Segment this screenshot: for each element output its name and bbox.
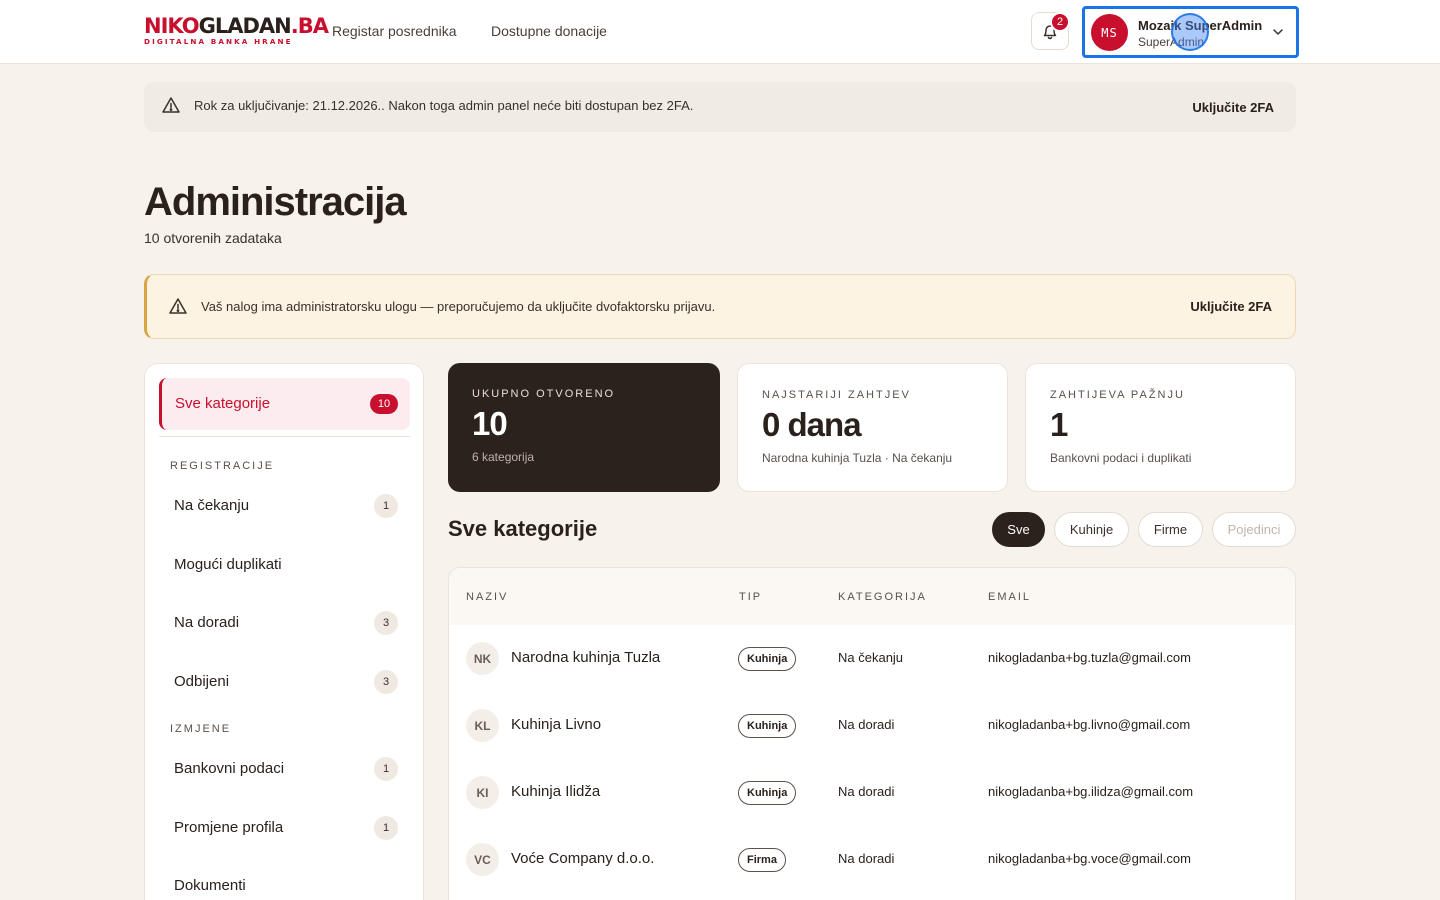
- sidebar-item-label: Promjene profila: [174, 819, 284, 836]
- table-row[interactable]: NK Narodna kuhinja Tuzla Kuhinja Na čeka…: [449, 625, 1295, 692]
- stat-label: UKUPNO OTVORENO: [472, 388, 616, 400]
- stat-card-oldest-request: NAJSTARIJI ZAHTJEV 0 dana Narodna kuhinj…: [737, 363, 1008, 492]
- warning-icon: [162, 97, 180, 113]
- sidebar-item-na-cekanju[interactable]: Na čekanju 1: [174, 494, 398, 518]
- sidebar-item-promjene-profila[interactable]: Promjene profila 1: [174, 816, 398, 840]
- stat-label: ZAHTIJEVA PAŽNJU: [1050, 389, 1185, 401]
- stat-card-total-open: UKUPNO OTVORENO 10 6 kategorija: [448, 363, 720, 492]
- sidebar-item-label: Dokumenti: [174, 877, 246, 894]
- row-category: Na čekanju: [838, 650, 904, 665]
- sidebar-item-label: Odbijeni: [174, 673, 230, 690]
- requests-table: NAZIV TIP KATEGORIJA EMAIL NK Narodna ku…: [448, 567, 1296, 900]
- warning-icon: [169, 298, 187, 314]
- column-header-tip[interactable]: TIP: [739, 591, 762, 603]
- top-bar: NIKOGLADAN.BA DIGITALNA BANKA HRANE Regi…: [0, 0, 1440, 64]
- row-email: nikogladanba+bg.ilidza@gmail.com: [988, 784, 1194, 799]
- page-title: Administracija: [144, 180, 407, 224]
- row-name: Voće Company d.o.o.: [511, 850, 655, 867]
- sidebar-item-count: 1: [374, 494, 398, 518]
- table-row[interactable]: KL Kuhinja Livno Kuhinja Na doradi nikog…: [449, 692, 1295, 759]
- deadline-banner: Rok za uključivanje: 21.12.2026.. Nakon …: [144, 82, 1296, 132]
- sidebar-item-count: 1: [374, 757, 398, 781]
- admin-2fa-warning-text: Vaš nalog ima administratorsku ulogu — p…: [201, 299, 716, 314]
- column-header-naziv[interactable]: NAZIV: [466, 591, 508, 603]
- logo[interactable]: NIKOGLADAN.BA DIGITALNA BANKA HRANE: [144, 14, 329, 47]
- row-initials-avatar: NK: [466, 642, 499, 675]
- stat-subtext: Bankovni podaci i duplikati: [1050, 451, 1192, 465]
- sidebar-item-label: Mogući duplikati: [174, 556, 282, 573]
- column-header-email[interactable]: EMAIL: [988, 591, 1031, 603]
- nav-link-registar[interactable]: Registar posrednika: [332, 23, 457, 39]
- avatar: MS: [1091, 14, 1128, 51]
- stat-subtext: 6 kategorija: [472, 450, 535, 464]
- row-email: nikogladanba+bg.livno@gmail.com: [988, 717, 1191, 732]
- stat-label: NAJSTARIJI ZAHTJEV: [762, 389, 911, 401]
- column-header-kategorija[interactable]: KATEGORIJA: [838, 591, 927, 603]
- list-title: Sve kategorije: [448, 516, 598, 541]
- sidebar-item-label: Na čekanju: [174, 497, 250, 514]
- table-row[interactable]: VC Voće Company d.o.o. Firma Na doradi n…: [449, 826, 1295, 893]
- row-initials-avatar: VC: [466, 843, 499, 876]
- sidebar-item-count: 10: [370, 394, 398, 414]
- category-sidebar: Sve kategorije 10 REGISTRACIJE Na čekanj…: [144, 363, 424, 900]
- filter-chip-sve[interactable]: Sve: [992, 512, 1045, 547]
- page-subtitle: 10 otvorenih zadataka: [144, 230, 282, 246]
- sidebar-item-label: Na doradi: [174, 614, 240, 631]
- stat-card-needs-attention: ZAHTIJEVA PAŽNJU 1 Bankovni podaci i dup…: [1025, 363, 1296, 492]
- enable-2fa-button[interactable]: Uključite 2FA: [1192, 100, 1274, 115]
- stat-value: 1: [1050, 406, 1068, 443]
- logo-part-red: NIKO: [144, 14, 200, 38]
- filter-chip-firme[interactable]: Firme: [1138, 512, 1203, 547]
- table-header: NAZIV TIP KATEGORIJA EMAIL: [449, 568, 1295, 625]
- logo-tagline: DIGITALNA BANKA HRANE: [144, 37, 293, 46]
- logo-part-dark: GLADAN: [198, 14, 292, 38]
- divider: [159, 436, 410, 437]
- sidebar-section-title: IZMJENE: [170, 723, 232, 735]
- row-name: Kuhinja Ilidža: [511, 783, 601, 800]
- sidebar-item-odbijeni[interactable]: Odbijeni 3: [174, 670, 398, 694]
- row-category: Na doradi: [838, 784, 895, 799]
- sidebar-item-na-doradi[interactable]: Na doradi 3: [174, 611, 398, 635]
- logo-wordmark: NIKOGLADAN.BA: [144, 14, 329, 38]
- row-type-badge: Firma: [738, 848, 786, 872]
- row-type-badge: Kuhinja: [738, 781, 797, 805]
- row-category: Na doradi: [838, 717, 895, 732]
- sidebar-item-label: Bankovni podaci: [174, 760, 285, 777]
- row-email: nikogladanba+bg.tuzla@gmail.com: [988, 650, 1191, 665]
- row-type-badge: Kuhinja: [738, 714, 797, 738]
- stat-value: 0 dana: [762, 406, 862, 443]
- deadline-banner-text: Rok za uključivanje: 21.12.2026.. Nakon …: [194, 98, 694, 113]
- sidebar-item-all[interactable]: Sve kategorije 10: [159, 378, 410, 430]
- sidebar-item-count: 3: [374, 670, 398, 694]
- filter-chip-pojedinci[interactable]: Pojedinci: [1212, 512, 1296, 547]
- pointer-indicator: [1171, 13, 1209, 51]
- chevron-down-icon: [1273, 29, 1283, 35]
- row-initials-avatar: KI: [466, 776, 499, 809]
- sidebar-item-count: 3: [374, 611, 398, 635]
- sidebar-section-title: REGISTRACIJE: [170, 460, 275, 472]
- nav-link-donacije[interactable]: Dostupne donacije: [491, 23, 607, 39]
- filter-chip-kuhinje[interactable]: Kuhinje: [1054, 512, 1129, 547]
- notifications-badge: 2: [1050, 12, 1070, 32]
- sidebar-item-label: Sve kategorije: [175, 395, 271, 412]
- table-row[interactable]: KI Kuhinja Ilidža Kuhinja Na doradi niko…: [449, 759, 1295, 826]
- stat-value: 10: [472, 405, 508, 442]
- row-initials-avatar: KL: [466, 709, 499, 742]
- enable-2fa-link[interactable]: Uključite 2FA: [1190, 299, 1272, 314]
- sidebar-item-bankovni-podaci[interactable]: Bankovni podaci 1: [174, 757, 398, 781]
- row-type-badge: Kuhinja: [738, 647, 797, 671]
- row-name: Kuhinja Livno: [511, 716, 602, 733]
- sidebar-item-dokumenti[interactable]: Dokumenti: [174, 874, 398, 898]
- row-name: Narodna kuhinja Tuzla: [511, 649, 661, 666]
- row-category: Na doradi: [838, 851, 895, 866]
- stat-subtext: Narodna kuhinja Tuzla · Na čekanju: [762, 451, 953, 465]
- sidebar-item-moguci-duplikati[interactable]: Mogući duplikati: [174, 553, 398, 577]
- row-email: nikogladanba+bg.voce@gmail.com: [988, 851, 1191, 866]
- admin-2fa-warning: Vaš nalog ima administratorsku ulogu — p…: [144, 274, 1296, 339]
- logo-part-suffix: .BA: [290, 14, 329, 38]
- sidebar-item-count: 1: [374, 816, 398, 840]
